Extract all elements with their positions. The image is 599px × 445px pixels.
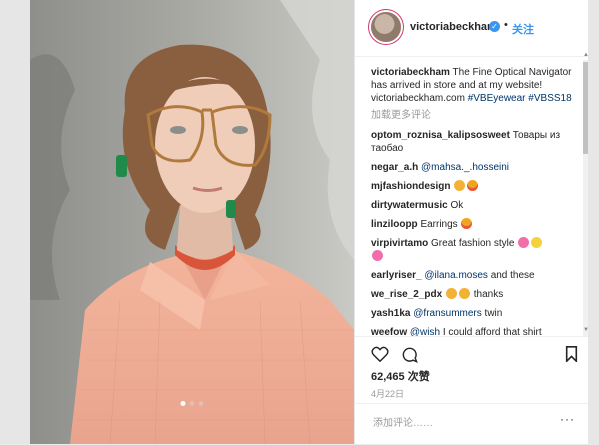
avatar[interactable]	[371, 12, 401, 42]
comment-list: victoriabeckham The Fine Optical Navigat…	[371, 66, 577, 336]
instagram-post-view: victoriabeckham ✓ • 关注 ▲ ▼ victoriabeckh…	[0, 0, 599, 444]
comment-text: Ok	[450, 200, 464, 211]
comment-username[interactable]: virpivirtamo	[371, 238, 428, 249]
load-more-comments[interactable]: 加载更多评论	[371, 109, 577, 122]
flower-emoji-icon	[372, 250, 383, 261]
comment-item: mjfashiondesign	[371, 180, 577, 193]
comment-text: I could afford that shirt	[442, 327, 542, 336]
comment-text: Earrings	[420, 219, 458, 230]
action-bar	[355, 336, 589, 367]
comment-input[interactable]	[371, 414, 555, 432]
comment-username[interactable]: weefow	[371, 327, 407, 336]
comment-item: linziloopp Earrings	[371, 218, 577, 231]
caption-hashtags[interactable]: #VBEyewear #VBSS18	[468, 93, 572, 104]
post-photo[interactable]	[30, 0, 354, 444]
header-separator: •	[504, 19, 508, 31]
comment-username[interactable]: optom_roznisa_kalipsosweet	[371, 130, 510, 141]
comment-username[interactable]: mjfashiondesign	[371, 181, 450, 192]
caption: victoriabeckham The Fine Optical Navigat…	[371, 66, 577, 105]
comment-username[interactable]: we_rise_2_pdx	[371, 289, 442, 300]
right-backdrop	[588, 0, 599, 444]
caption-username[interactable]: victoriabeckham	[371, 67, 450, 78]
comment-item: yash1ka @fransummers twin	[371, 307, 577, 320]
comment-text: Great fashion style	[431, 238, 515, 249]
comment-text: and these	[490, 270, 535, 281]
header-username[interactable]: victoriabeckham	[410, 21, 497, 33]
carousel-dot	[198, 401, 204, 406]
sunglasses-emoji-icon	[458, 288, 470, 299]
comment-username[interactable]: negar_a.h	[371, 162, 418, 173]
verified-badge-icon: ✓	[489, 21, 500, 32]
heart-eyes-emoji-icon	[461, 218, 473, 229]
portrait-image	[30, 0, 354, 444]
carousel-dot	[189, 401, 195, 406]
comment-item: we_rise_2_pdx thanks	[371, 288, 577, 301]
post-date: 4月22日	[371, 389, 405, 399]
smiling-face-emoji-icon	[445, 288, 457, 299]
comment-mention[interactable]: @mahsa._.hosseini	[421, 162, 509, 173]
comment-mention[interactable]: @ilana.moses	[424, 270, 488, 281]
comment-item: negar_a.h @mahsa._.hosseini	[371, 161, 577, 174]
comment-text: thanks	[473, 289, 504, 300]
carousel-dots	[180, 401, 204, 406]
left-backdrop	[0, 0, 30, 444]
likes-count[interactable]: 62,465 次赞	[371, 368, 430, 384]
comment-item: optom_roznisa_kalipsosweet Товары из тао…	[371, 129, 577, 155]
comment-username[interactable]: yash1ka	[371, 308, 410, 319]
heart-icon[interactable]	[371, 346, 389, 362]
comment-item: dirtywatermusic Ok	[371, 199, 577, 212]
carousel-dot	[180, 401, 186, 406]
post-header: victoriabeckham ✓ • 关注	[355, 0, 589, 57]
bookmark-icon[interactable]	[565, 346, 578, 362]
comment-item: virpivirtamo Great fashion style	[371, 237, 577, 263]
post-sidebar: victoriabeckham ✓ • 关注 ▲ ▼ victoriabeckh…	[354, 0, 589, 444]
flower-emoji-icon	[518, 237, 530, 248]
follow-button[interactable]: 关注	[512, 21, 534, 37]
heart-eyes-emoji-icon	[467, 180, 479, 191]
smiling-face-emoji-icon	[454, 180, 466, 191]
add-comment-bar: ···	[355, 403, 589, 445]
comment-username[interactable]: linziloopp	[371, 219, 418, 230]
comment-mention[interactable]: @fransummers	[413, 308, 482, 319]
comment-text: twin	[484, 308, 503, 319]
sunflower-emoji-icon	[531, 237, 543, 248]
comment-item: weefow @wish I could afford that shirt	[371, 326, 577, 336]
comment-username[interactable]: earlyriser_	[371, 270, 422, 281]
comment-item: earlyriser_ @ilana.moses and these	[371, 269, 577, 282]
more-options-button[interactable]: ···	[560, 412, 575, 426]
comment-username[interactable]: dirtywatermusic	[371, 200, 448, 211]
comment-mention[interactable]: @wish	[410, 327, 440, 336]
comment-icon[interactable]	[401, 346, 418, 363]
